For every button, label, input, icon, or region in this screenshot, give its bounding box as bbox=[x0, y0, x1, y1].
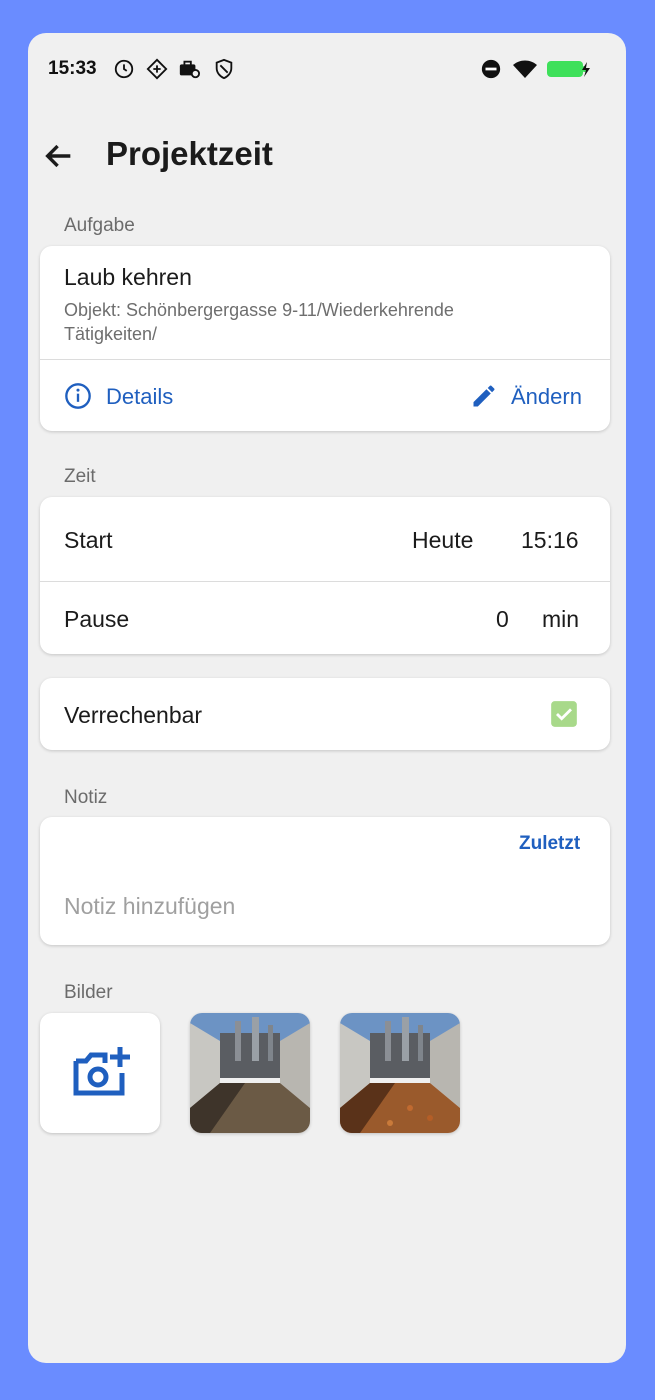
pause-unit: min bbox=[542, 606, 580, 632]
clock-icon bbox=[114, 59, 134, 79]
shield-icon bbox=[215, 58, 233, 80]
briefcase-icon bbox=[179, 60, 200, 79]
do-not-disturb-icon bbox=[481, 59, 501, 79]
task-name: Laub kehren bbox=[64, 264, 192, 290]
pause-label: Pause bbox=[64, 606, 130, 632]
pause-row[interactable]: Pause 0 min bbox=[40, 582, 610, 654]
time-card: Start Heute 15:16 Pause 0 min bbox=[40, 497, 610, 654]
add-photo-icon bbox=[73, 1047, 130, 1096]
status-time: 15:33 bbox=[48, 58, 97, 79]
billable-checkbox[interactable] bbox=[550, 700, 578, 728]
recent-notes-button[interactable]: Zuletzt bbox=[519, 833, 580, 855]
start-row[interactable]: Start Heute 15:16 bbox=[40, 497, 610, 581]
details-button[interactable]: Details bbox=[64, 376, 224, 416]
industrial-yard-photo bbox=[190, 1013, 310, 1133]
task-object-line1: Objekt: Schönbergergasse 9-11/Wiederkehr… bbox=[64, 300, 454, 320]
sync-icon bbox=[146, 58, 168, 80]
add-photo-button[interactable] bbox=[40, 1013, 160, 1133]
billable-card: Verrechenbar bbox=[40, 678, 610, 750]
details-label: Details bbox=[106, 384, 174, 409]
billable-label: Verrechenbar bbox=[64, 702, 203, 728]
app-bar: Projektzeit bbox=[28, 133, 626, 183]
start-day[interactable]: Heute bbox=[412, 527, 473, 554]
page-title: Projektzeit bbox=[106, 135, 273, 172]
section-label-task: Aufgabe bbox=[64, 215, 135, 236]
start-time[interactable]: 15:16 bbox=[521, 527, 579, 554]
task-object-line2: Tätigkeiten/ bbox=[64, 324, 158, 344]
pencil-icon bbox=[473, 385, 495, 407]
change-button[interactable]: Ändern bbox=[470, 376, 595, 416]
section-label-time: Zeit bbox=[64, 466, 96, 487]
pause-value[interactable]: 0 bbox=[496, 606, 509, 633]
photo-thumbnail-1[interactable] bbox=[190, 1013, 310, 1133]
wifi-icon bbox=[513, 60, 537, 78]
note-input[interactable]: Notiz hinzufügen bbox=[64, 893, 235, 920]
section-label-images: Bilder bbox=[64, 982, 113, 1003]
industrial-yard-leaves-photo bbox=[340, 1013, 460, 1133]
start-label: Start bbox=[64, 527, 113, 553]
note-card: Zuletzt Notiz hinzufügen bbox=[40, 817, 610, 945]
divider bbox=[40, 359, 610, 360]
photo-thumbnail-2[interactable] bbox=[340, 1013, 460, 1133]
battery-charging-icon bbox=[547, 61, 590, 77]
section-label-note: Notiz bbox=[64, 787, 108, 808]
change-label: Ändern bbox=[511, 384, 582, 409]
arrow-left-icon[interactable] bbox=[42, 139, 76, 173]
phone-screen: 15:33 Projektzeit Aufgabe Laub kehren Ob… bbox=[28, 33, 626, 1363]
task-card: Laub kehren Objekt: Schönbergergasse 9-1… bbox=[40, 246, 610, 431]
status-bar: 15:33 bbox=[28, 33, 626, 103]
info-icon bbox=[65, 383, 91, 409]
